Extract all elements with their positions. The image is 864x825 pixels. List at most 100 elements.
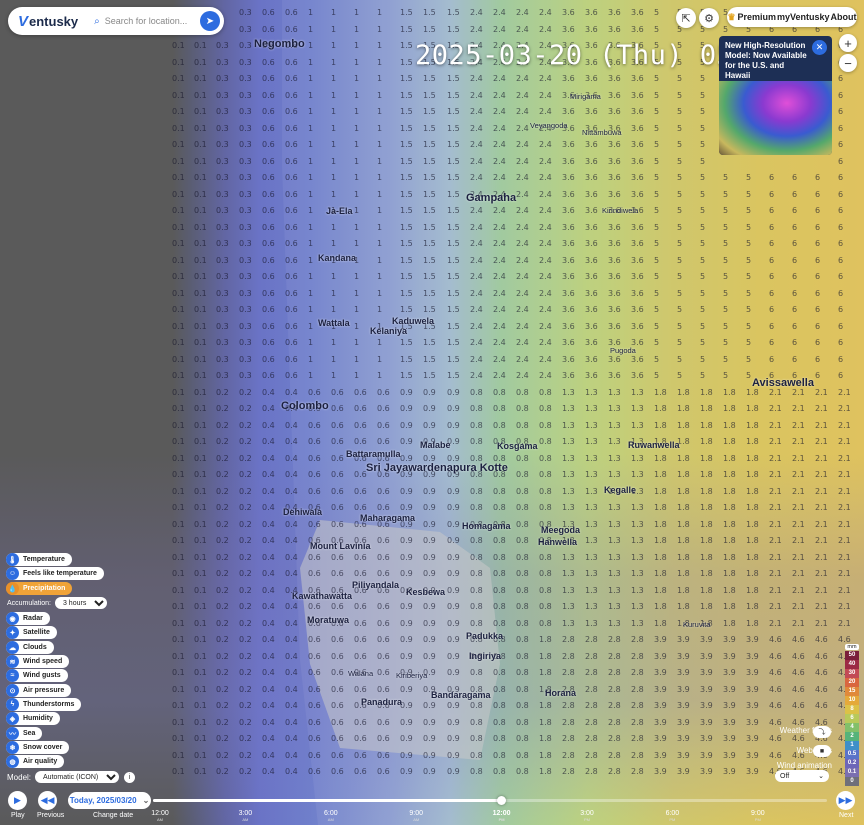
legend-step: 8 xyxy=(845,705,859,714)
place-label: Kelaniya xyxy=(370,326,408,336)
wind-animation-value: Off xyxy=(780,772,790,780)
layer-label: Radar xyxy=(23,615,43,622)
timeline-tick[interactable]: 6:00 AM xyxy=(316,810,346,822)
layer-label: Satellite xyxy=(23,629,50,636)
info-icon[interactable]: i xyxy=(124,771,136,783)
layer-wind-gusts[interactable]: ≈ Wind gusts xyxy=(6,669,68,682)
radar-icon: ◉ xyxy=(6,612,19,625)
place-label: Moratuwa xyxy=(307,615,350,625)
tick-time: 9:00 xyxy=(409,810,423,817)
precipitation-legend: mm 50 40 30 20 15 10 8 6 4 2 1 0.5 0.2 0.1 0 xyxy=(845,644,859,786)
premium-link[interactable]: ♛ Premium xyxy=(727,12,776,23)
previous-label: Previous xyxy=(37,812,65,819)
layer-radar[interactable]: ◉ Radar xyxy=(6,612,50,625)
timeline-tick[interactable]: 3:00 AM xyxy=(230,810,260,822)
layer-label: Wind gusts xyxy=(23,672,61,679)
tick-ampm: PM xyxy=(584,817,590,822)
timeline-tick[interactable]: 9:00 PM xyxy=(743,810,773,822)
legend-step: 0.5 xyxy=(845,750,859,759)
layer-temperature[interactable]: 🌡 Temperature xyxy=(6,553,72,566)
timeline-progress xyxy=(153,799,501,802)
layer-air-quality[interactable]: ◍ Air quality xyxy=(6,755,65,768)
timeline-tick[interactable]: 3:00 PM xyxy=(572,810,602,822)
layer-label: Precipitation xyxy=(23,585,66,592)
tick-time: 3:00 xyxy=(238,810,253,817)
legend-step: 1 xyxy=(845,741,859,750)
place-label: Meegoda xyxy=(541,525,581,535)
wind-animation-select[interactable]: Off ⌄ xyxy=(775,770,829,782)
date-picker[interactable]: Today, 2025/03/20 ⌄ xyxy=(68,792,151,809)
zoom-out-button[interactable]: − xyxy=(839,54,857,72)
legend-step: 50 xyxy=(845,651,859,660)
legend-step: 10 xyxy=(845,696,859,705)
weather-fronts-toggle[interactable]: ⤵ xyxy=(813,726,831,738)
layer-label: Feels like temperature xyxy=(23,570,97,577)
layer-feels-like-temperature[interactable]: ☺ Feels like temperature xyxy=(6,567,104,580)
layer-air-pressure[interactable]: ⊙ Air pressure xyxy=(6,684,72,697)
layer-snow-cover[interactable]: ❄ Snow cover xyxy=(6,741,70,754)
place-label: Ingiriya xyxy=(469,651,502,661)
close-icon[interactable]: ✕ xyxy=(812,40,827,55)
previous-button[interactable]: ◀◀ xyxy=(38,791,57,810)
layer-sea[interactable]: 〰 Sea xyxy=(6,727,43,740)
webcam-icon[interactable]: ■ xyxy=(813,745,831,757)
precipitation-icon: 💧 xyxy=(6,582,19,595)
layer-label: Temperature xyxy=(23,556,65,563)
place-label: Mirigama xyxy=(570,92,601,101)
feels-like-icon: ☺ xyxy=(6,567,19,580)
legend-step: 15 xyxy=(845,687,859,696)
settings-gear-icon[interactable]: ⚙ xyxy=(699,8,719,28)
timeline-tick[interactable]: 12:00 PM xyxy=(487,810,517,822)
layer-label: Air quality xyxy=(23,758,58,765)
lightning-icon: ϟ xyxy=(6,698,19,711)
layer-clouds[interactable]: ☁ Clouds xyxy=(6,641,54,654)
place-label: Pugoda xyxy=(610,346,636,355)
layer-label: Snow cover xyxy=(23,744,63,751)
place-label: Malabe xyxy=(420,440,451,450)
place-label: Hanwella xyxy=(538,537,578,547)
share-icon[interactable]: ⇱ xyxy=(676,8,696,28)
model-select[interactable]: Automatic (ICON) xyxy=(35,771,120,783)
search-input[interactable]: ⌕ Search for location... xyxy=(94,16,187,27)
layer-satellite[interactable]: ✦ Satellite xyxy=(6,626,57,639)
wind-speed-icon: ≋ xyxy=(6,655,19,668)
tick-ampm: PM xyxy=(498,817,505,822)
layer-precipitation[interactable]: 💧 Precipitation xyxy=(6,582,73,595)
place-label: Piliyandala xyxy=(352,580,400,590)
legend-step: 20 xyxy=(845,678,859,687)
layer-wind-speed[interactable]: ≋ Wind speed xyxy=(6,655,70,668)
timeline-track[interactable] xyxy=(153,796,827,805)
place-label: Colombo xyxy=(281,400,329,412)
place-label: Kirindiwela xyxy=(602,206,639,215)
accumulation-select[interactable]: 3 hours xyxy=(54,597,107,609)
timeline-tick[interactable]: 9:00 AM xyxy=(401,810,431,822)
top-menu: ♛ Premium myVentusky About xyxy=(727,7,857,27)
timeline-handle[interactable] xyxy=(496,796,506,805)
next-button[interactable]: ▶▶ xyxy=(836,791,855,810)
zoom-in-button[interactable]: + xyxy=(839,34,857,52)
locate-me-icon[interactable]: ➤ xyxy=(200,11,220,31)
place-label: Avissawella xyxy=(752,377,814,389)
tick-time: 6:00 xyxy=(665,810,680,817)
play-button[interactable]: ▶ xyxy=(8,791,27,810)
tick-time: 12:00 xyxy=(151,810,169,817)
myventusky-link[interactable]: myVentusky xyxy=(777,12,830,22)
place-label: Ja-Ela xyxy=(326,206,353,216)
search-placeholder: Search for location... xyxy=(104,16,188,26)
timeline-tick[interactable]: 6:00 PM xyxy=(657,810,687,822)
promo-map-image xyxy=(719,81,832,155)
place-label: Kaduwela xyxy=(392,316,435,326)
about-link[interactable]: About xyxy=(831,12,857,22)
ventusky-logo[interactable]: V entusky xyxy=(18,13,78,30)
layer-thunderstorms[interactable]: ϟ Thunderstorms xyxy=(6,698,82,711)
layer-humidity[interactable]: ◈ Humidity xyxy=(6,712,60,725)
legend-step: 40 xyxy=(845,660,859,669)
place-label: Veyangoda xyxy=(530,121,568,130)
legend-step: 4 xyxy=(845,723,859,732)
place-label: Kawathawatta xyxy=(292,591,353,601)
layer-label: Sea xyxy=(23,730,36,737)
place-label: Kandana xyxy=(318,253,357,263)
snowflake-icon: ❄ xyxy=(6,741,19,754)
timeline-tick[interactable]: 12:00 AM xyxy=(145,810,175,822)
place-label: Horana xyxy=(545,688,577,698)
